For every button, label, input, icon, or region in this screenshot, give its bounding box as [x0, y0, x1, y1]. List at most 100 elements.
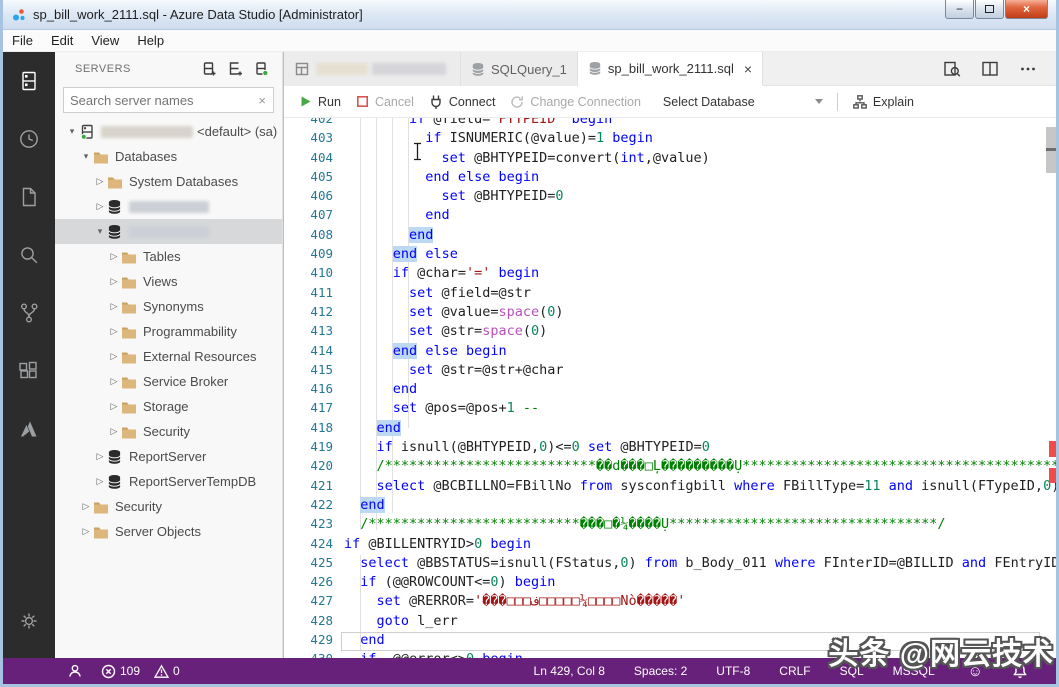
expand-twisty-icon[interactable]: ▷	[107, 426, 121, 437]
status-problems-warnings[interactable]: 0	[154, 663, 180, 679]
search-input[interactable]	[64, 92, 259, 108]
close-button[interactable]: ×	[1005, 0, 1048, 19]
tree-item-database-1[interactable]: ▷	[55, 194, 282, 219]
close-tab-icon[interactable]: ×	[744, 61, 752, 77]
code-line[interactable]: end	[344, 381, 417, 400]
expand-twisty-icon[interactable]: ▷	[107, 326, 121, 337]
clear-search-icon[interactable]: ×	[258, 93, 266, 108]
code-line[interactable]: if ISNUMERIC(@value)=1 begin	[344, 130, 653, 149]
code-line[interactable]: if @@error<>0 begin	[344, 651, 523, 658]
code-line[interactable]: if (@@ROWCOUNT<=0) begin	[344, 574, 555, 593]
activity-manage[interactable]	[3, 592, 55, 650]
expand-twisty-icon[interactable]: ▷	[107, 301, 121, 312]
change-connection-button[interactable]: Change Connection	[509, 94, 641, 110]
tree-item-reportservertempdb[interactable]: ▷ ReportServerTempDB	[55, 469, 282, 494]
maximize-button[interactable]	[975, 0, 1004, 19]
tree-item-reportserver[interactable]: ▷ ReportServer	[55, 444, 282, 469]
activity-extensions[interactable]	[3, 342, 55, 400]
tree-item-server[interactable]: ▾ <default> (sa)	[55, 119, 282, 144]
activity-azure[interactable]	[3, 400, 55, 458]
code-line[interactable]: end	[344, 419, 401, 439]
expand-twisty-icon[interactable]: ▷	[107, 276, 121, 287]
tree-item-system-databases[interactable]: ▷ System Databases	[55, 169, 282, 194]
tree-item-tables[interactable]: ▷ Tables	[55, 244, 282, 269]
tree-item-programmability[interactable]: ▷ Programmability	[55, 319, 282, 344]
code-line[interactable]: set @BHTYPEID=0	[344, 188, 564, 207]
expand-twisty-icon[interactable]: ▷	[107, 351, 121, 362]
status-problems-errors[interactable]: 109	[101, 664, 140, 679]
expand-twisty-icon[interactable]: ▷	[93, 176, 107, 187]
cancel-button[interactable]: Cancel	[355, 94, 414, 109]
expand-twisty-icon[interactable]: ▷	[79, 501, 93, 512]
expand-twisty-icon[interactable]: ▷	[107, 401, 121, 412]
collapse-twisty-icon[interactable]: ▾	[79, 151, 93, 162]
code-line[interactable]: if @BILLENTRYID>0 begin	[344, 536, 531, 555]
collapse-twisty-icon[interactable]: ▾	[65, 126, 79, 137]
code-line[interactable]: select @BCBILLNO=FBillNo from sysconfigb…	[344, 478, 1056, 497]
code-line[interactable]: end	[344, 632, 384, 651]
activity-connections[interactable]	[3, 52, 55, 110]
code-editor[interactable]: 402 if @field='FTYPEID' begin 403 if ISN…	[284, 118, 1056, 658]
tree-item-database-2[interactable]: ▾	[55, 219, 282, 244]
expand-twisty-icon[interactable]: ▷	[107, 251, 121, 262]
code-line[interactable]: end	[344, 226, 434, 246]
tree-item-service-broker[interactable]: ▷ Service Broker	[55, 369, 282, 394]
code-line[interactable]: end else begin	[344, 169, 539, 188]
preview-button[interactable]	[942, 59, 962, 79]
code-line[interactable]: /**************************���□�¼����Ụ**…	[344, 516, 945, 535]
code-line[interactable]: set @pos=@pos+1 --	[344, 400, 539, 419]
run-button[interactable]: Run	[298, 94, 341, 109]
connect-button[interactable]: Connect	[428, 94, 495, 110]
activity-source-control[interactable]	[3, 284, 55, 342]
active-connections-button[interactable]	[254, 61, 270, 77]
tree-item-storage[interactable]: ▷ Storage	[55, 394, 282, 419]
code-line[interactable]: end	[344, 207, 449, 226]
new-connection-button[interactable]	[202, 61, 218, 77]
expand-twisty-icon[interactable]: ▷	[79, 526, 93, 537]
split-editor-button[interactable]	[980, 59, 1000, 79]
code-line[interactable]: set @field=@str	[344, 285, 531, 304]
expand-twisty-icon[interactable]: ▷	[93, 201, 107, 212]
tab-sp-bill-work[interactable]: sp_bill_work_2111.sql ×	[577, 52, 764, 86]
tree-item-security-server[interactable]: ▷ Security	[55, 494, 282, 519]
code-line[interactable]: if @char='=' begin	[344, 265, 539, 284]
status-encoding[interactable]: UTF-8	[716, 664, 750, 678]
code-line[interactable]: set @RERROR='���□□□ف□□□□□¼□□□□Nò�����'	[344, 593, 686, 612]
code-line[interactable]: set @BHTYPEID=convert(int,@value)	[344, 150, 710, 169]
status-cursor-position[interactable]: Ln 429, Col 8	[534, 664, 605, 678]
menu-help[interactable]: Help	[128, 33, 173, 48]
activity-task-history[interactable]	[3, 110, 55, 168]
expand-twisty-icon[interactable]: ▷	[107, 376, 121, 387]
code-line[interactable]: end else	[344, 246, 458, 265]
activity-search[interactable]	[3, 226, 55, 284]
new-server-group-button[interactable]	[228, 61, 244, 77]
code-line[interactable]: select @BBSTATUS=isnull(FStatus,0) from …	[344, 555, 1056, 574]
code-line[interactable]: /**************************��d���□Ļ�����…	[344, 458, 1056, 477]
tab-sqlquery-1[interactable]: SQLQuery_1	[461, 52, 578, 86]
code-line[interactable]: set @value=space(0)	[344, 304, 563, 323]
tree-item-external-resources[interactable]: ▷ External Resources	[55, 344, 282, 369]
expand-twisty-icon[interactable]: ▷	[93, 451, 107, 462]
tree-item-security-db[interactable]: ▷ Security	[55, 419, 282, 444]
code-line[interactable]: goto l_err	[344, 613, 458, 632]
menu-view[interactable]: View	[82, 33, 128, 48]
tree-item-synonyms[interactable]: ▷ Synonyms	[55, 294, 282, 319]
code-line[interactable]: if isnull(@BHTYPEID,0)<=0 set @BHTYPEID=…	[344, 439, 710, 458]
activity-notebooks[interactable]	[3, 168, 55, 226]
code-line[interactable]: end	[344, 496, 385, 516]
more-actions-button[interactable]	[1018, 59, 1038, 79]
collapse-twisty-icon[interactable]: ▾	[93, 226, 107, 237]
select-database-dropdown[interactable]: Select Database	[663, 95, 823, 109]
tree-item-databases[interactable]: ▾ Databases	[55, 144, 282, 169]
status-indentation[interactable]: Spaces: 2	[634, 664, 687, 678]
menu-file[interactable]: File	[3, 33, 42, 48]
minimize-button[interactable]: −	[945, 0, 974, 19]
code-line[interactable]: end else begin	[344, 342, 507, 362]
tab-dashboard[interactable]	[284, 52, 461, 86]
code-line[interactable]: if @field='FTYPEID' begin	[344, 118, 612, 130]
code-line[interactable]: set @str=@str+@char	[344, 362, 563, 381]
status-account[interactable]	[67, 663, 87, 679]
menu-edit[interactable]: Edit	[42, 33, 82, 48]
explain-button[interactable]: Explain	[852, 94, 914, 110]
code-line[interactable]: set @str=space(0)	[344, 323, 547, 342]
